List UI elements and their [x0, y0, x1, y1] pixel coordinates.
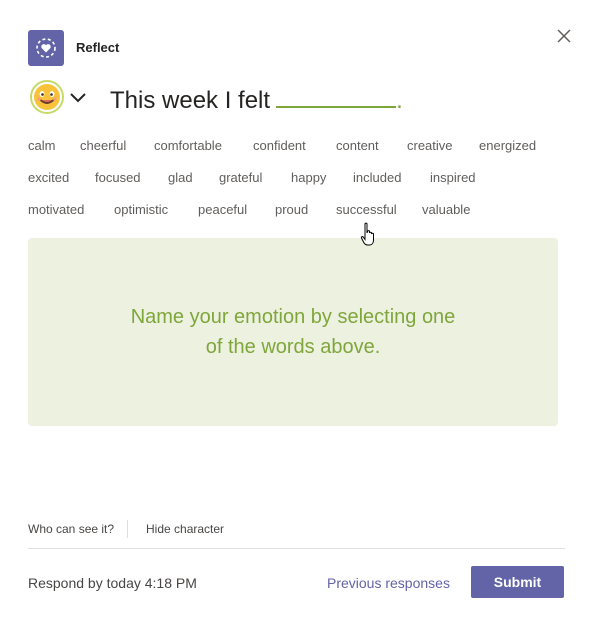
- emotion-word[interactable]: energized: [479, 138, 536, 153]
- respond-by-text: Respond by today 4:18 PM: [28, 575, 197, 591]
- hint-text: Name your emotion by selecting one of th…: [130, 306, 456, 358]
- hand-pointer-cursor-icon: [360, 222, 378, 248]
- emotion-word[interactable]: proud: [275, 202, 308, 217]
- emotion-word[interactable]: motivated: [28, 202, 84, 217]
- emotion-word[interactable]: happy: [291, 170, 326, 185]
- emotion-word[interactable]: optimistic: [114, 202, 168, 217]
- character-dropdown[interactable]: [30, 80, 92, 116]
- emotion-word[interactable]: confident: [253, 138, 306, 153]
- emotion-word[interactable]: content: [336, 138, 379, 153]
- emotion-word[interactable]: calm: [28, 138, 55, 153]
- footer-divider: [127, 520, 128, 538]
- app-title: Reflect: [76, 40, 120, 55]
- prompt-heading: This week I felt.: [110, 84, 403, 115]
- submit-button[interactable]: Submit: [471, 566, 564, 598]
- hide-character-link[interactable]: Hide character: [146, 522, 224, 536]
- emotion-word[interactable]: creative: [407, 138, 453, 153]
- previous-responses-link[interactable]: Previous responses: [327, 575, 450, 591]
- answer-blank: [276, 84, 397, 108]
- hint-panel: Name your emotion by selecting one of th…: [28, 238, 558, 426]
- emotion-word[interactable]: excited: [28, 170, 69, 185]
- smiley-character-icon: [30, 80, 64, 114]
- who-can-see-link[interactable]: Who can see it?: [28, 522, 114, 536]
- footer-separator: [28, 548, 565, 549]
- emotion-word[interactable]: glad: [168, 170, 193, 185]
- reflect-app-icon: [28, 30, 64, 66]
- emotion-word[interactable]: successful: [336, 202, 397, 217]
- close-icon[interactable]: [554, 26, 574, 46]
- emotion-word[interactable]: grateful: [219, 170, 262, 185]
- emotion-word[interactable]: comfortable: [154, 138, 222, 153]
- emotion-word[interactable]: peaceful: [198, 202, 247, 217]
- emotion-word[interactable]: inspired: [430, 170, 476, 185]
- prompt-text: This week I felt: [110, 87, 271, 114]
- chevron-down-icon: [70, 93, 86, 103]
- emotion-word[interactable]: included: [353, 170, 401, 185]
- emotion-word[interactable]: valuable: [422, 202, 470, 217]
- emotion-word[interactable]: focused: [95, 170, 141, 185]
- emotion-word[interactable]: cheerful: [80, 138, 126, 153]
- prompt-period: .: [396, 87, 403, 114]
